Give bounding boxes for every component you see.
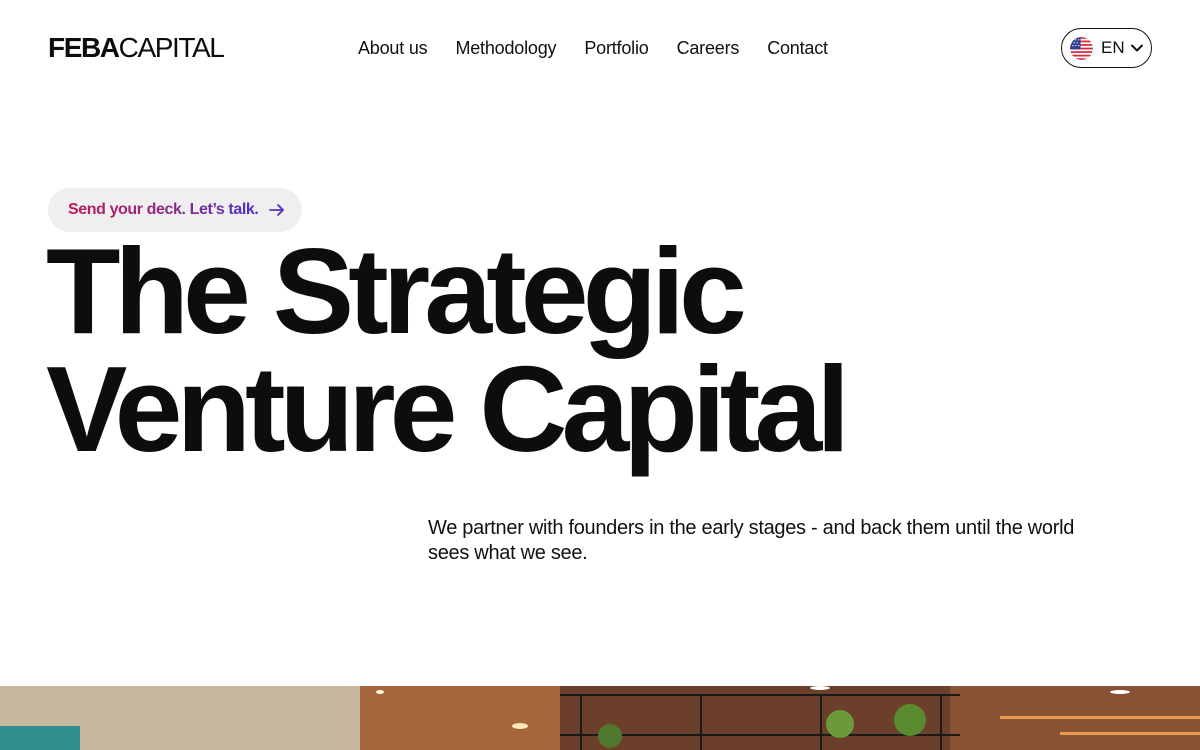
nav-methodology[interactable]: Methodology — [455, 36, 556, 60]
nav-careers[interactable]: Careers — [677, 36, 740, 60]
us-flag-icon — [1070, 36, 1093, 60]
hero-subtext: We partner with founders in the early st… — [428, 517, 1075, 564]
office-photo — [0, 686, 1200, 750]
page-title: The Strategic Venture Capital — [46, 223, 850, 477]
main-nav: About us Methodology Portfolio Careers C… — [358, 36, 828, 60]
chevron-down-icon — [1130, 44, 1143, 52]
nav-portfolio[interactable]: Portfolio — [584, 36, 648, 60]
nav-about-us[interactable]: About us — [358, 36, 428, 60]
headline-line-2: Venture Capital — [46, 341, 850, 477]
office-photo-illustration — [0, 686, 1200, 750]
logo-light-text: CAPITAL — [118, 32, 225, 63]
cta-label: Send your deck. Let’s talk. — [68, 201, 259, 218]
logo-bold-text: FEBA — [48, 32, 120, 63]
nav-contact[interactable]: Contact — [767, 36, 828, 60]
site-header: FEBA CAPITAL About us Methodology Portfol… — [0, 0, 1200, 96]
arrow-right-icon — [269, 204, 285, 216]
language-selector[interactable]: EN — [1061, 28, 1152, 68]
logo[interactable]: FEBA CAPITAL — [48, 32, 225, 64]
headline-line-1: The Strategic — [46, 223, 747, 359]
language-label: EN — [1101, 38, 1125, 57]
